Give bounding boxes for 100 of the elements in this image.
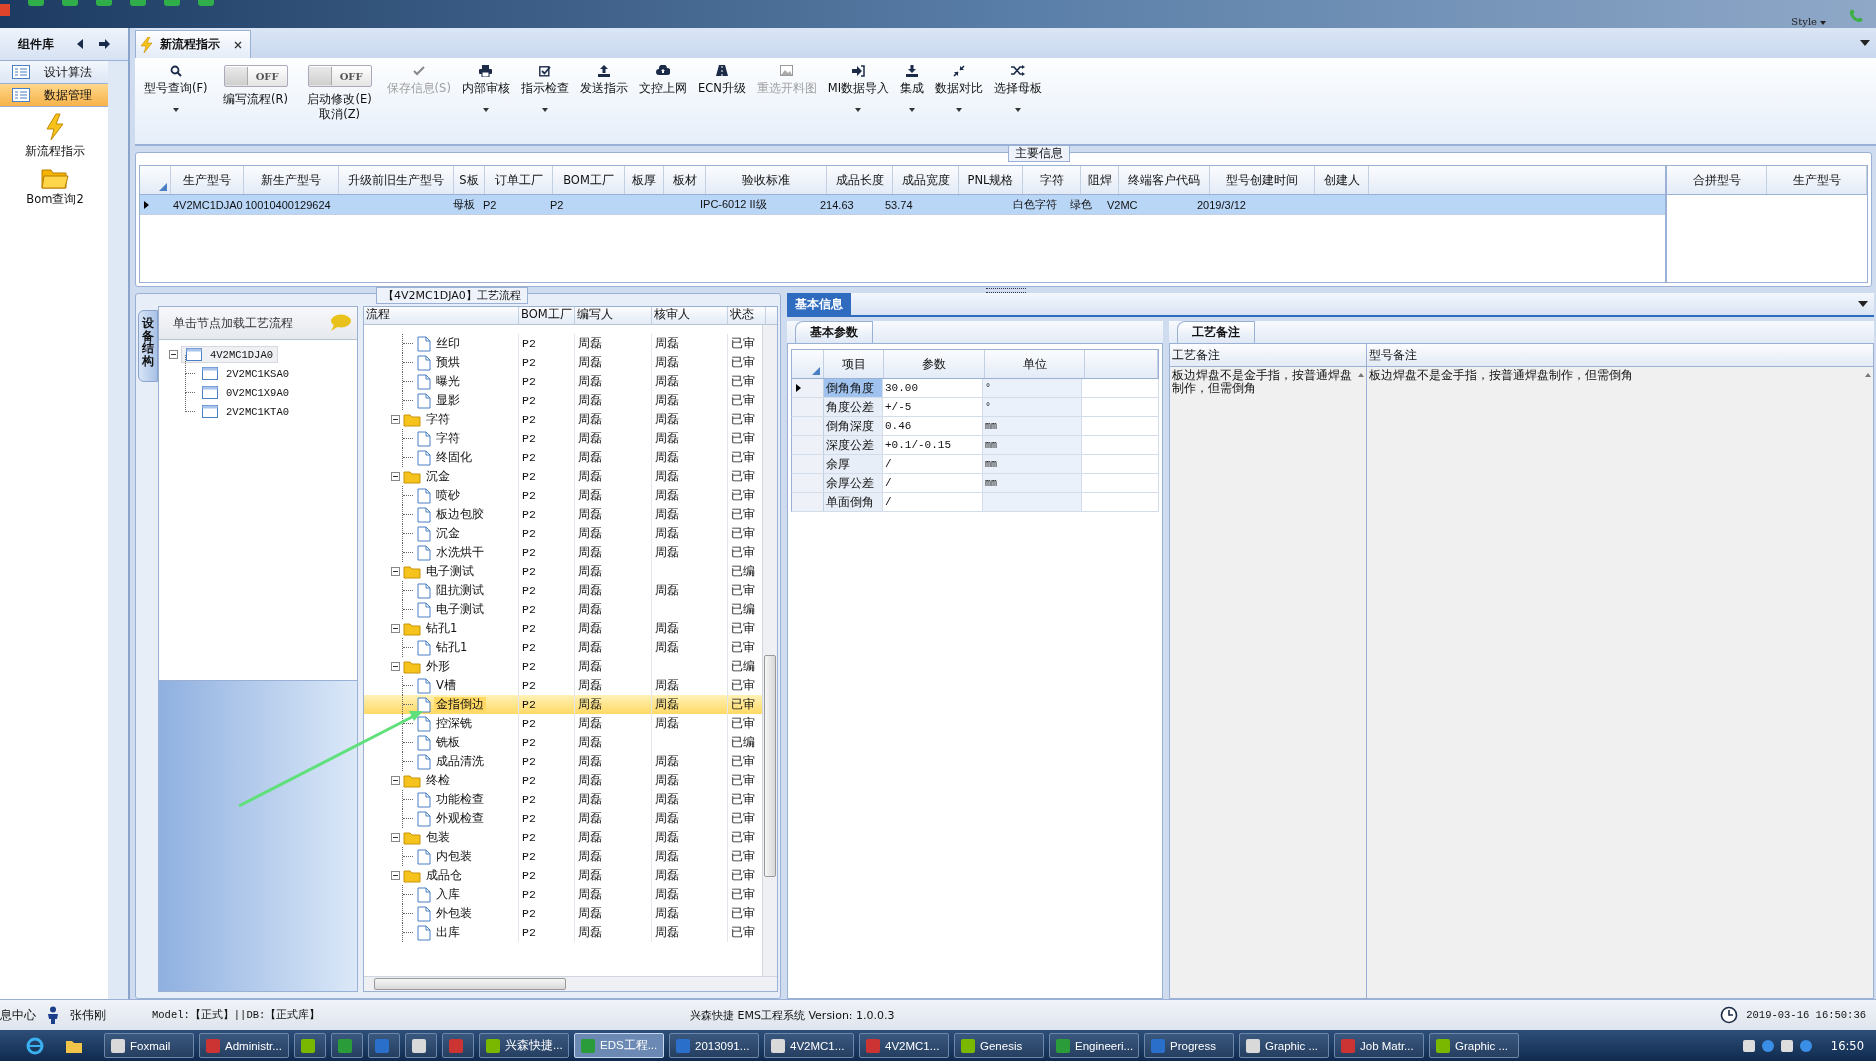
- dropdown-icon[interactable]: [1860, 40, 1870, 46]
- splitter-handle[interactable]: [985, 287, 1026, 293]
- process-row[interactable]: 预烘 P2 周磊 周磊 已审: [364, 353, 762, 372]
- taskbar-button[interactable]: EDS工程...: [574, 1033, 664, 1058]
- toolbar-button[interactable]: MI数据导入: [822, 62, 895, 138]
- column-header[interactable]: 合拼型号: [1667, 166, 1767, 194]
- taskbar-icon[interactable]: [331, 1033, 363, 1058]
- collapse-icon[interactable]: [391, 472, 400, 481]
- column-header[interactable]: 工艺备注: [1170, 344, 1367, 366]
- column-header[interactable]: 验收标准: [706, 166, 827, 194]
- toolbar-button[interactable]: 文控上网: [633, 62, 692, 138]
- column-header[interactable]: 状态: [728, 307, 766, 324]
- column-header[interactable]: 创建人: [1315, 166, 1369, 194]
- column-header[interactable]: 成品宽度: [893, 166, 959, 194]
- taskbar-icon[interactable]: [405, 1033, 437, 1058]
- column-header[interactable]: BOM工厂: [553, 166, 625, 194]
- document-tab[interactable]: 新流程指示: [135, 30, 251, 58]
- taskbar-button[interactable]: Progress: [1144, 1033, 1234, 1058]
- taskbar-button[interactable]: Engineeri...: [1049, 1033, 1139, 1058]
- collapse-icon[interactable]: [391, 415, 400, 424]
- sidebar-tool[interactable]: Bom查询2: [26, 167, 84, 207]
- process-row[interactable]: 字符 P2 周磊 周磊 已审: [364, 429, 762, 448]
- process-row[interactable]: 丝印 P2 周磊 周磊 已审: [364, 334, 762, 353]
- collapse-icon[interactable]: [391, 871, 400, 880]
- column-header[interactable]: 新生产型号: [244, 166, 339, 194]
- table-row[interactable]: 角度公差 +/-5 °: [791, 398, 1159, 417]
- toggle-switch[interactable]: OFF: [307, 65, 372, 87]
- taskbar-button[interactable]: 4V2MC1...: [859, 1033, 949, 1058]
- column-header[interactable]: 终端客户代码: [1119, 166, 1210, 194]
- tree-node[interactable]: 4V2MC1DJA0: [181, 346, 278, 363]
- process-row[interactable]: 内包装 P2 周磊 周磊 已审: [364, 847, 762, 866]
- scroll-up-icon[interactable]: [1358, 373, 1364, 377]
- column-header[interactable]: 字符: [1023, 166, 1081, 194]
- toolbar-button[interactable]: 选择母板: [989, 62, 1048, 138]
- column-header[interactable]: 型号备注: [1367, 344, 1873, 366]
- process-row[interactable]: 外包装 P2 周磊 周磊 已审: [364, 904, 762, 923]
- toolbar-button[interactable]: ECN升级: [692, 62, 751, 138]
- process-row[interactable]: 钻孔1 P2 周磊 周磊 已审: [364, 619, 762, 638]
- column-header[interactable]: 流程: [364, 307, 519, 324]
- cancel-button[interactable]: 取消(Z): [319, 107, 360, 122]
- table-row[interactable]: 余厚 / mm: [791, 455, 1159, 474]
- table-row[interactable]: 单面倒角 /: [791, 493, 1159, 512]
- collapse-icon[interactable]: [169, 350, 178, 359]
- sidebar-tool[interactable]: 新流程指示: [25, 113, 85, 159]
- column-header[interactable]: S板: [454, 166, 485, 194]
- collapse-left-icon[interactable]: [76, 39, 84, 49]
- process-row[interactable]: 沉金 P2 周磊 周磊 已审: [364, 467, 762, 486]
- tray-icon[interactable]: [1742, 1039, 1755, 1052]
- process-row[interactable]: 阻抗测试 P2 周磊 周磊 已审: [364, 581, 762, 600]
- process-row[interactable]: 电子测试 P2 周磊 已编: [364, 600, 762, 619]
- column-header[interactable]: PNL规格: [959, 166, 1023, 194]
- taskbar-button[interactable]: Administr...: [199, 1033, 289, 1058]
- column-header[interactable]: 订单工厂: [485, 166, 553, 194]
- process-row[interactable]: 外观检查 P2 周磊 周磊 已审: [364, 809, 762, 828]
- toolbar-button[interactable]: 指示检查: [515, 62, 574, 138]
- column-header[interactable]: 编写人: [575, 307, 652, 324]
- taskbar-button[interactable]: 兴森快捷...: [479, 1033, 569, 1058]
- table-row[interactable]: 倒角深度 0.46 mm: [791, 417, 1159, 436]
- collapse-icon[interactable]: [391, 662, 400, 671]
- process-row[interactable]: 成品仓 P2 周磊 周磊 已审: [364, 866, 762, 885]
- taskbar-icon[interactable]: [294, 1033, 326, 1058]
- process-row[interactable]: 板边包胶 P2 周磊 周磊 已审: [364, 505, 762, 524]
- process-row[interactable]: 外形 P2 周磊 已编: [364, 657, 762, 676]
- process-row[interactable]: 铣板 P2 周磊 已编: [364, 733, 762, 752]
- horizontal-scrollbar[interactable]: [364, 976, 777, 991]
- process-row[interactable]: 入库 P2 周磊 周磊 已审: [364, 885, 762, 904]
- scroll-up-icon[interactable]: [1865, 373, 1871, 377]
- taskbar-button[interactable]: Graphic ...: [1239, 1033, 1329, 1058]
- process-row[interactable]: 电子测试 P2 周磊 已编: [364, 562, 762, 581]
- toolbar-button[interactable]: 数据对比: [930, 62, 989, 138]
- process-row[interactable]: 喷砂 P2 周磊 周磊 已审: [364, 486, 762, 505]
- table-row[interactable]: 倒角角度 30.00 °: [791, 379, 1159, 398]
- taskbar-button[interactable]: Genesis: [954, 1033, 1044, 1058]
- process-row[interactable]: 终固化 P2 周磊 周磊 已审: [364, 448, 762, 467]
- collapse-icon[interactable]: [391, 776, 400, 785]
- toolbar-button[interactable]: 内部审核: [456, 62, 515, 138]
- column-header[interactable]: 成品长度: [827, 166, 893, 194]
- process-row[interactable]: 功能检查 P2 周磊 周磊 已审: [364, 790, 762, 809]
- sidebar-item[interactable]: 数据管理: [0, 84, 108, 107]
- process-row[interactable]: 终检 P2 周磊 周磊 已审: [364, 771, 762, 790]
- process-row[interactable]: 沉金 P2 周磊 周磊 已审: [364, 524, 762, 543]
- sub-tab[interactable]: 工艺备注: [1177, 321, 1255, 343]
- tree-node[interactable]: 2V2MC1KTA0: [198, 404, 293, 419]
- collapse-icon[interactable]: [391, 567, 400, 576]
- sub-tab[interactable]: 基本参数: [795, 321, 873, 343]
- process-row[interactable]: 出库 P2 周磊 周磊 已审: [364, 923, 762, 942]
- vertical-tab[interactable]: 设备结构: [138, 310, 158, 382]
- collapse-icon[interactable]: [391, 624, 400, 633]
- taskbar-clock[interactable]: 16:50: [1830, 1038, 1864, 1053]
- close-icon[interactable]: [234, 40, 242, 49]
- toolbar-button[interactable]: 发送指示: [574, 62, 633, 138]
- collapse-icon[interactable]: [391, 833, 400, 842]
- style-menu[interactable]: Style: [1791, 16, 1817, 27]
- taskbar-button[interactable]: Job Matr...: [1334, 1033, 1424, 1058]
- sidebar-item[interactable]: 设计算法: [0, 61, 108, 84]
- vertical-scrollbar[interactable]: [762, 325, 777, 976]
- caret-icon[interactable]: [1820, 20, 1826, 25]
- process-row[interactable]: 曝光 P2 周磊 周磊 已审: [364, 372, 762, 391]
- column-header[interactable]: 板材: [664, 166, 706, 194]
- process-row[interactable]: 钻孔1 P2 周磊 周磊 已审: [364, 638, 762, 657]
